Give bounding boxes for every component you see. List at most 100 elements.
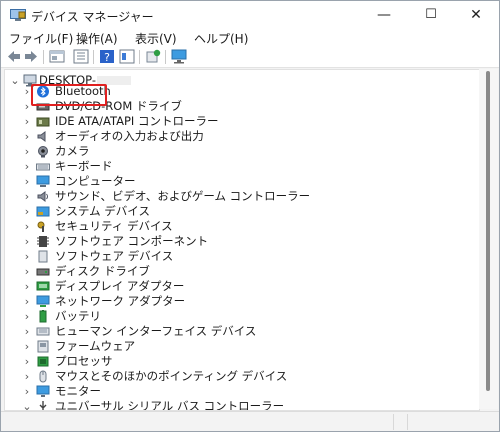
tree-category-label: カメラ [55, 144, 90, 158]
chevron-right-icon[interactable]: › [21, 144, 33, 159]
processor-icon [37, 356, 49, 367]
chevron-right-icon[interactable]: › [21, 234, 33, 249]
tree-category-row[interactable]: › ヒューマン インターフェイス デバイス [5, 324, 475, 339]
tree-category-row[interactable]: › セキュリティ デバイス [5, 219, 475, 234]
firmware-icon [37, 340, 49, 353]
security-key-icon [37, 221, 45, 232]
tree-category-row[interactable]: › IDE ATA/ATAPI コントローラー [5, 114, 475, 129]
tree-category-row[interactable]: › ディスク ドライブ [5, 264, 475, 279]
tree-category-label: ファームウェア [55, 339, 136, 353]
chevron-right-icon[interactable]: › [21, 204, 33, 219]
chevron-right-icon[interactable]: › [21, 324, 33, 339]
tree-category-label: コンピューター [55, 174, 136, 188]
tree-category-row[interactable]: › ディスプレイ アダプター [5, 279, 475, 294]
help-icon[interactable]: ? [99, 49, 115, 64]
tree-category-row[interactable]: › ソフトウェア コンポーネント [5, 234, 475, 249]
toolbar-separator [139, 50, 140, 64]
tree-category-row[interactable]: › サウンド、ビデオ、およびゲーム コントローラー [5, 189, 475, 204]
tree-category-label: キーボード [55, 159, 113, 173]
tree-category-label: ディスプレイ アダプター [55, 279, 185, 293]
window-title: デバイス マネージャー [31, 10, 154, 24]
device-manager-window: デバイス マネージャー — ☐ ✕ ファイル(F) 操作(A) 表示(V) ヘル… [0, 0, 500, 432]
sound-icon [37, 191, 48, 202]
toolbar: ? [1, 47, 499, 68]
title-bar: デバイス マネージャー — ☐ ✕ [1, 1, 499, 29]
mouse-icon [39, 370, 47, 383]
tree-category-row[interactable]: › モニター [5, 384, 475, 399]
tree-category-row[interactable]: › カメラ [5, 144, 475, 159]
tree-category-row[interactable]: ⌄ ユニバーサル シリアル バス コントローラー [5, 399, 475, 411]
software-component-icon [37, 236, 49, 247]
menu-help[interactable]: ヘルプ(H) [194, 30, 248, 47]
chevron-right-icon[interactable]: › [21, 264, 33, 279]
menu-view[interactable]: 表示(V) [135, 30, 177, 47]
tree-category-label: ディスク ドライブ [55, 264, 150, 278]
camera-icon [38, 146, 48, 158]
tree-category-label: プロセッサ [55, 354, 113, 368]
menu-file[interactable]: ファイル(F) [9, 30, 73, 47]
scrollbar-thumb[interactable] [486, 71, 490, 391]
minimize-button[interactable]: — [361, 1, 407, 29]
chevron-down-icon[interactable]: ⌄ [21, 399, 33, 410]
device-tree: ⌄ DESKTOP- › Bluetooth › DVD/CD-ROM ドライブ › ID… [4, 69, 480, 411]
chevron-right-icon[interactable]: › [21, 279, 33, 294]
chevron-right-icon[interactable]: › [21, 114, 33, 129]
disk-drive-icon [36, 268, 50, 276]
chevron-right-icon[interactable]: › [21, 309, 33, 324]
tree-category-label: サウンド、ビデオ、およびゲーム コントローラー [55, 189, 311, 203]
chevron-right-icon[interactable]: › [21, 129, 33, 144]
speaker-icon [37, 131, 46, 142]
vertical-scrollbar[interactable] [479, 69, 498, 409]
status-bar [1, 411, 499, 431]
usb-icon [39, 401, 47, 410]
forward-arrow-icon[interactable] [23, 49, 39, 64]
close-button[interactable]: ✕ [453, 1, 499, 29]
menu-bar: ファイル(F) 操作(A) 表示(V) ヘルプ(H) [1, 29, 499, 47]
monitor-icon [36, 385, 50, 397]
tree-category-label: バッテリ [55, 309, 101, 323]
tree-category-label: IDE ATA/ATAPI コントローラー [55, 114, 219, 128]
tree-category-row[interactable]: › コンピューター [5, 174, 475, 189]
properties-panel-icon[interactable] [49, 49, 65, 64]
tree-category-row[interactable]: › バッテリ [5, 309, 475, 324]
tree-category-label: ユニバーサル シリアル バス コントローラー [55, 399, 285, 411]
chevron-right-icon[interactable]: › [21, 249, 33, 264]
tree-category-label: オーディオの入力および出力 [55, 129, 204, 143]
tree-category-row[interactable]: › プロセッサ [5, 354, 475, 369]
battery-icon [39, 310, 47, 323]
chevron-right-icon[interactable]: › [21, 339, 33, 354]
chevron-right-icon[interactable]: › [21, 369, 33, 384]
tree-category-row[interactable]: › システム デバイス [5, 204, 475, 219]
tree-category-label: ソフトウェア コンポーネント [55, 234, 209, 248]
ide-controller-icon [36, 117, 50, 127]
back-arrow-icon[interactable] [6, 49, 22, 64]
chevron-right-icon[interactable]: › [21, 159, 33, 174]
scan-hardware-monitor-icon[interactable] [171, 49, 187, 64]
chevron-right-icon[interactable]: › [21, 354, 33, 369]
maximize-button[interactable]: ☐ [408, 1, 454, 29]
chevron-right-icon[interactable]: › [21, 174, 33, 189]
chevron-right-icon[interactable]: › [21, 189, 33, 204]
update-driver-icon[interactable] [145, 49, 161, 64]
keyboard-icon [36, 163, 50, 171]
computer-icon [36, 175, 50, 187]
menu-action[interactable]: 操作(A) [76, 30, 118, 47]
hid-icon [36, 327, 50, 336]
toolbar-separator [165, 50, 166, 64]
system-device-icon [36, 206, 50, 217]
tree-category-label: ヒューマン インターフェイス デバイス [55, 324, 257, 338]
tree-category-row[interactable]: › オーディオの入力および出力 [5, 129, 475, 144]
tree-category-row[interactable]: › ファームウェア [5, 339, 475, 354]
tree-category-row[interactable]: › ネットワーク アダプター [5, 294, 475, 309]
chevron-right-icon[interactable]: › [21, 219, 33, 234]
tree-category-row[interactable]: › マウスとそのほかのポインティング デバイス [5, 369, 475, 384]
software-device-icon [38, 250, 48, 263]
device-manager-icon [10, 9, 26, 21]
chevron-right-icon[interactable]: › [21, 294, 33, 309]
tree-category-row[interactable]: › キーボード [5, 159, 475, 174]
tree-category-row[interactable]: › ソフトウェア デバイス [5, 249, 475, 264]
console-tree-icon[interactable] [73, 49, 89, 64]
view-pane-icon[interactable] [119, 49, 135, 64]
chevron-right-icon[interactable]: › [21, 384, 33, 399]
svg-text:?: ? [104, 51, 110, 64]
